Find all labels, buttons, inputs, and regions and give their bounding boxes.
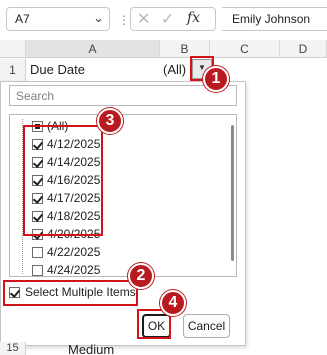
checkbox[interactable]: [9, 287, 20, 298]
select-multiple-label: Select Multiple Items: [25, 285, 136, 299]
cancel-icon[interactable]: ✕: [137, 9, 150, 29]
row-header-15[interactable]: 15: [0, 342, 26, 355]
row-header-1[interactable]: 1: [0, 59, 26, 81]
name-box-value: A7: [15, 12, 30, 26]
filter-item-label: 4/16/2025: [47, 173, 101, 187]
checkbox[interactable]: [32, 265, 43, 276]
cancel-button[interactable]: Cancel: [183, 314, 230, 338]
column-header-d[interactable]: D: [280, 40, 327, 58]
tree-line: [22, 119, 23, 274]
checkbox[interactable]: [32, 247, 43, 258]
header-row: Due Date (All): [26, 59, 212, 81]
checkbox[interactable]: [32, 121, 43, 132]
formula-buttons: ✕ ✓ fx: [130, 7, 216, 31]
name-box[interactable]: A7 ⌄: [6, 7, 110, 31]
callout-badge-2: 2: [128, 263, 154, 289]
callout-badge-1: 1: [203, 66, 229, 92]
filter-item-label: 4/20/2025: [47, 227, 101, 241]
search-placeholder: Search: [16, 89, 55, 103]
column-header-b[interactable]: B: [160, 40, 210, 58]
formula-bar: A7 ⌄ ⋮ ✕ ✓ fx Emily Johnson: [0, 0, 327, 38]
checkbox[interactable]: [32, 157, 43, 168]
formula-value: Emily Johnson: [232, 12, 311, 26]
callout-badge-4: 4: [160, 290, 186, 316]
checkbox[interactable]: [32, 139, 43, 150]
cell-a15[interactable]: Medium: [68, 342, 114, 355]
scrollbar-thumb[interactable]: [231, 125, 234, 261]
cell-b1[interactable]: (All): [163, 62, 186, 77]
column-header-a[interactable]: A: [26, 40, 160, 58]
checkbox[interactable]: [32, 175, 43, 186]
filter-dropdown-panel: Search (All) 4/12/2025 4/14/2025 4/16/20…: [0, 81, 246, 346]
ok-button[interactable]: OK: [142, 314, 171, 338]
callout-badge-3: 3: [97, 108, 123, 134]
filter-item-label: (All): [47, 119, 69, 133]
search-input[interactable]: Search: [9, 85, 237, 106]
chevron-down-icon[interactable]: ⌄: [93, 10, 104, 26]
checkbox[interactable]: [32, 229, 43, 240]
enter-icon[interactable]: ✓: [161, 9, 174, 29]
column-header-c[interactable]: C: [210, 40, 280, 58]
insert-function-icon[interactable]: fx: [187, 10, 200, 26]
filter-item-label: 4/12/2025: [47, 137, 101, 151]
checkbox[interactable]: [32, 211, 43, 222]
filter-item-label: 4/18/2025: [47, 209, 101, 223]
filter-item-label: 4/22/2025: [47, 245, 101, 259]
checkbox[interactable]: [32, 193, 43, 204]
more-icon[interactable]: ⋮: [118, 13, 130, 27]
filter-item-label: 4/14/2025: [47, 155, 101, 169]
cell-a1[interactable]: Due Date: [30, 62, 85, 77]
filter-item-label: 4/17/2025: [47, 191, 101, 205]
formula-input[interactable]: Emily Johnson: [222, 7, 327, 31]
filter-item-label: 4/24/2025: [47, 263, 101, 277]
filter-list[interactable]: (All) 4/12/2025 4/14/2025 4/16/2025 4/17…: [9, 114, 237, 277]
select-all-corner[interactable]: [0, 40, 26, 58]
